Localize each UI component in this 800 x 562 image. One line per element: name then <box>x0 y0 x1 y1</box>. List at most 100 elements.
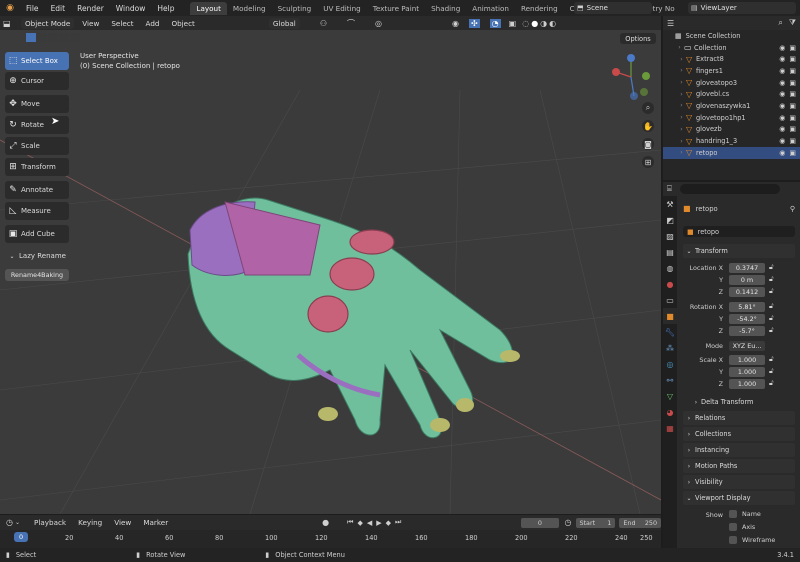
menu-edit[interactable]: Edit <box>45 4 72 13</box>
eye-icon[interactable]: ◉ <box>779 44 785 52</box>
rotation-z-field[interactable]: -5.7° <box>729 326 765 336</box>
transform-orientation[interactable]: Global <box>268 17 300 29</box>
eye-icon[interactable]: ◉ <box>779 149 785 157</box>
outliner-item-extract8[interactable]: › ▽ Extract8 ◉ ▣ <box>663 53 800 65</box>
lock-icon[interactable]: 🔓︎ <box>769 275 774 284</box>
menu-view[interactable]: View <box>110 517 135 528</box>
next-keyframe-icon[interactable]: ◆ <box>386 519 391 527</box>
render-toggle-icon[interactable]: ▣ <box>789 137 796 145</box>
chevron-right-icon[interactable]: › <box>677 149 686 156</box>
shading-rendered-icon[interactable]: ◐ <box>549 19 556 28</box>
texture-tab-icon[interactable]: ▦ <box>663 420 677 436</box>
tool-move[interactable]: ✥ Move <box>5 95 69 113</box>
rotation-x-field[interactable]: 5.81° <box>729 302 765 312</box>
render-tab-icon[interactable]: ◩ <box>663 212 677 228</box>
tab-texture-paint[interactable]: Texture Paint <box>367 2 425 15</box>
lock-icon[interactable]: 🔓︎ <box>769 367 774 376</box>
jump-end-icon[interactable]: ⏭ <box>395 518 401 527</box>
tool-cursor[interactable]: ⊕ Cursor <box>5 72 69 90</box>
scale-x-field[interactable]: 1.000 <box>729 355 765 365</box>
menu-file[interactable]: File <box>20 4 45 13</box>
transform-panel-header[interactable]: ⌄ Transform <box>683 244 795 258</box>
chevron-right-icon[interactable]: › <box>677 138 686 145</box>
render-toggle-icon[interactable]: ▣ <box>789 114 796 122</box>
pin-icon[interactable]: ⚲ <box>790 205 795 213</box>
menu-playback[interactable]: Playback <box>30 517 70 528</box>
show-name-checkbox[interactable]: Name <box>729 510 761 518</box>
tab-rendering[interactable]: Rendering <box>515 2 564 15</box>
location-z-field[interactable]: 0.1412 <box>729 287 765 297</box>
tab-layout[interactable]: Layout <box>190 1 227 15</box>
rotation-mode-dropdown[interactable]: XYZ Eu... <box>729 341 765 351</box>
tab-modeling[interactable]: Modeling <box>227 2 272 15</box>
eye-icon[interactable]: ◉ <box>779 137 785 145</box>
material-tab-icon[interactable]: ◕ <box>663 404 677 420</box>
physics-tab-icon[interactable]: ◎ <box>663 356 677 372</box>
constraints-tab-icon[interactable]: ⚯ <box>663 372 677 388</box>
motion-paths-panel[interactable]: › Motion Paths <box>683 459 795 473</box>
render-toggle-icon[interactable]: ▣ <box>789 102 796 110</box>
outliner-item-glovebl-cs[interactable]: › ▽ glovebl.cs ◉ ▣ <box>663 88 800 100</box>
render-toggle-icon[interactable]: ▣ <box>789 67 796 75</box>
pan-icon[interactable]: ✋ <box>642 120 654 132</box>
collections-panel[interactable]: › Collections <box>683 427 795 441</box>
scene-tab-icon[interactable]: ◍ <box>663 260 677 276</box>
lock-icon[interactable]: 🔓︎ <box>769 263 774 272</box>
shading-solid-icon[interactable]: ● <box>531 19 538 28</box>
world-tab-icon[interactable]: ● <box>663 276 677 292</box>
render-toggle-icon[interactable]: ▣ <box>789 44 796 52</box>
outliner-item-retopo[interactable]: › ▽ retopo ◉ ▣ <box>663 146 800 159</box>
scale-y-field[interactable]: 1.000 <box>729 367 765 377</box>
object-tab-icon[interactable]: ■ <box>663 308 677 324</box>
tool-measure[interactable]: ◺ Measure <box>5 202 69 220</box>
lock-icon[interactable]: 🔓︎ <box>769 379 774 388</box>
tab-sculpting[interactable]: Sculpting <box>272 2 318 15</box>
chevron-right-icon[interactable]: › <box>677 56 686 63</box>
modifier-tab-icon[interactable]: 🔧︎ <box>663 324 677 340</box>
chevron-right-icon[interactable]: › <box>677 79 686 86</box>
render-toggle-icon[interactable]: ▣ <box>789 79 796 87</box>
object-name[interactable]: retopo <box>696 205 718 213</box>
menu-render[interactable]: Render <box>71 4 110 13</box>
playhead[interactable]: 0 <box>14 532 28 542</box>
collection-tab-icon[interactable]: ▭ <box>663 292 677 308</box>
render-toggle-icon[interactable]: ▣ <box>789 149 796 157</box>
clock-icon[interactable]: ◷ <box>6 518 13 527</box>
overlay-toggle-icon[interactable]: ◔ <box>489 18 501 28</box>
xray-icon[interactable]: ▣ <box>509 19 517 28</box>
particles-tab-icon[interactable]: ⁂ <box>663 340 677 356</box>
tab-animation[interactable]: Animation <box>466 2 515 15</box>
menu-add[interactable]: Add <box>142 18 164 29</box>
outliner-item-handring1-3[interactable]: › ▽ handring1_3 ◉ ▣ <box>663 135 800 147</box>
eye-icon[interactable]: ◉ <box>779 67 785 75</box>
render-toggle-icon[interactable]: ▣ <box>789 90 796 98</box>
tool-select-box[interactable]: ⬚ Select Box <box>5 52 69 70</box>
tab-uv-editing[interactable]: UV Editing <box>317 2 367 15</box>
menu-marker[interactable]: Marker <box>139 517 172 528</box>
grid-icon[interactable]: ⊞ <box>642 156 654 168</box>
scene-selector[interactable]: ⬒ Scene <box>574 2 652 14</box>
instancing-panel[interactable]: › Instancing <box>683 443 795 457</box>
tool-scale[interactable]: ⤢ Scale <box>5 137 69 155</box>
timeline-ruler[interactable]: 0 20 40 60 80 100 120 140 160 180 200 220 240 250 <box>0 530 661 548</box>
eye-icon[interactable]: ◉ <box>779 90 785 98</box>
prev-keyframe-icon[interactable]: ◆ <box>357 519 362 527</box>
visibility-panel[interactable]: › Visibility <box>683 475 795 489</box>
show-wireframe-checkbox[interactable]: Wireframe <box>729 536 775 544</box>
tool-annotate[interactable]: ✎ Annotate <box>5 181 69 199</box>
menu-keying[interactable]: Keying <box>74 517 106 528</box>
lazy-rename-panel-header[interactable]: ⌄ Lazy Rename <box>5 252 69 260</box>
chevron-right-icon[interactable]: › <box>677 114 686 121</box>
stopwatch-icon[interactable]: ◷ <box>565 518 572 527</box>
outliner-item-gloveatopo3[interactable]: › ▽ gloveatopo3 ◉ ▣ <box>663 77 800 89</box>
snap-icon[interactable]: ⌒ <box>347 18 355 29</box>
lock-icon[interactable]: 🔓︎ <box>769 302 774 311</box>
outliner-item-glovetopo1hp1[interactable]: › ▽ glovetopo1hp1 ◉ ▣ <box>663 112 800 124</box>
rename4baking-button[interactable]: Rename4Baking <box>5 269 69 281</box>
output-tab-icon[interactable]: ▨ <box>663 228 677 244</box>
outliner-item-glovenaszywka1[interactable]: › ▽ glovenaszywka1 ◉ ▣ <box>663 100 800 112</box>
chevron-right-icon[interactable]: › <box>677 102 686 109</box>
play-icon[interactable]: ▶ <box>376 519 381 527</box>
mode-selector[interactable]: Object Mode <box>21 17 75 29</box>
tool-tab-icon[interactable]: ⚒ <box>663 196 677 212</box>
